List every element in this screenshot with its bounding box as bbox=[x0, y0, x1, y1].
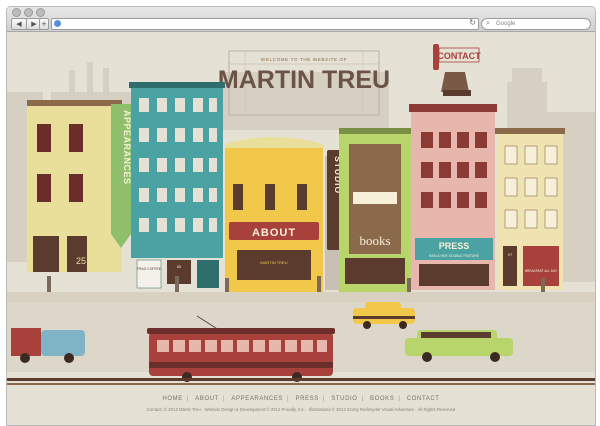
footer-separator: | bbox=[287, 396, 290, 402]
about-sign-label[interactable]: ABOUT bbox=[252, 227, 296, 239]
address-bar[interactable]: ↻ bbox=[51, 18, 479, 30]
press-sign-subtitle: MEN & HER DOUBLE FEATURE bbox=[429, 254, 480, 258]
window-controls bbox=[12, 8, 45, 17]
minimize-window-button[interactable] bbox=[24, 8, 33, 17]
search-placeholder: Google bbox=[496, 21, 516, 27]
page-content: WELCOME TO THE WEBSITE OF MARTIN TREU CO… bbox=[7, 32, 595, 425]
building-pink bbox=[409, 104, 497, 290]
browser-window: ◀ ▶ + ↻ ⌕ Google WELCOME TO THE WEBSITE … bbox=[6, 6, 596, 426]
building-teal bbox=[129, 82, 225, 292]
trolley-rail bbox=[7, 378, 595, 381]
footer-separator: | bbox=[186, 396, 189, 402]
footer-link-appearances[interactable]: APPEARANCES bbox=[231, 396, 283, 402]
breakfast-sign: BREAKFAST ALL DAY bbox=[525, 269, 558, 273]
city-illustration: WELCOME TO THE WEBSITE OF MARTIN TREU CO… bbox=[7, 44, 595, 385]
martin-treu-storefront-sign: MARTIN TREU bbox=[260, 260, 287, 265]
building-cream-right bbox=[495, 128, 565, 290]
browser-toolbar: ◀ ▶ + ↻ ⌕ Google bbox=[7, 7, 595, 32]
frag-coffee-sign: FRAG COFFEE bbox=[137, 267, 162, 271]
welcome-text: WELCOME TO THE WEBSITE OF bbox=[261, 57, 347, 62]
footer-separator: | bbox=[361, 396, 364, 402]
reload-icon[interactable]: ↻ bbox=[469, 18, 476, 27]
appearances-sign-label[interactable]: APPEARANCES bbox=[122, 110, 132, 185]
footer-nav: HOME | ABOUT | APPEARANCES | PRESS | STUDIO |… bbox=[7, 396, 595, 402]
footer-link-contact[interactable]: CONTACT bbox=[407, 396, 440, 402]
storefront-number-25: 25 bbox=[76, 256, 86, 266]
site-globe-icon bbox=[54, 20, 61, 27]
footer-separator: | bbox=[222, 396, 226, 402]
building-cream bbox=[27, 100, 122, 272]
storefront-number-97: 97 bbox=[508, 252, 513, 257]
search-icon: ⌕ bbox=[486, 20, 490, 27]
building-green bbox=[339, 128, 411, 292]
page-title[interactable]: MARTIN TREU bbox=[218, 66, 390, 94]
footer-separator: | bbox=[398, 396, 401, 402]
add-bookmark-button[interactable]: + bbox=[39, 18, 49, 30]
press-sign-label[interactable]: PRESS bbox=[439, 241, 470, 251]
footer-link-studio[interactable]: STUDIO bbox=[331, 396, 357, 402]
footer-link-books[interactable]: BOOKS bbox=[370, 396, 394, 402]
zoom-window-button[interactable] bbox=[36, 8, 45, 17]
telephone-sign-text: TELEPHONE SE bbox=[103, 255, 127, 259]
contact-sign-label[interactable]: CONTACT bbox=[437, 51, 481, 61]
storefront-number-85: 85 bbox=[177, 264, 182, 269]
trolley-rail-lower bbox=[7, 383, 595, 385]
footer-separator: | bbox=[322, 396, 325, 402]
footer-link-about[interactable]: ABOUT bbox=[195, 396, 219, 402]
back-button[interactable]: ◀ bbox=[11, 18, 27, 30]
footer-link-home[interactable]: HOME bbox=[162, 396, 182, 402]
sidewalk bbox=[7, 292, 595, 302]
books-sign-label[interactable]: books bbox=[359, 233, 390, 248]
close-window-button[interactable] bbox=[12, 8, 21, 17]
search-input[interactable]: ⌕ Google bbox=[481, 18, 591, 30]
footer-copyright: Contact: © 2012 Martin Treu · Website De… bbox=[146, 407, 456, 412]
footer-link-press[interactable]: PRESS bbox=[295, 396, 318, 402]
building-yellow bbox=[225, 137, 323, 292]
